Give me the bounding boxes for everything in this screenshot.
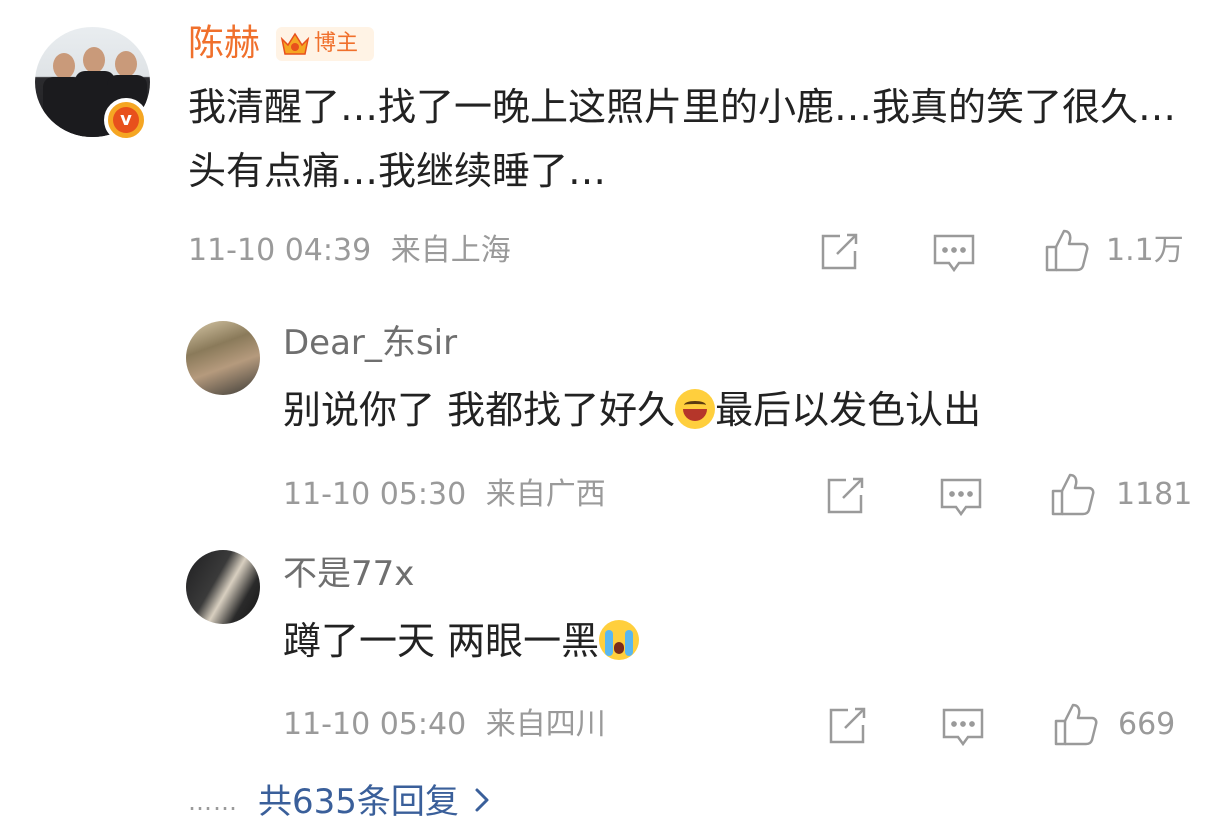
reply-meta: 11-10 05:40 来自四川: [283, 707, 606, 743]
reply-text-part: 别说你了 我都找了好久: [283, 388, 676, 432]
chevron-right-icon[interactable]: [473, 786, 491, 818]
more-replies-row[interactable]: …… 共635条回复: [188, 780, 491, 824]
reply-time: 11-10 05:30: [283, 477, 467, 512]
comment-location: 来自上海: [390, 233, 511, 268]
like-icon[interactable]: [1043, 226, 1091, 274]
comment-text: 我清醒了…找了一晚上这照片里的小鹿…我真的笑了很久…头有点痛…我继续睡了…: [188, 85, 1177, 193]
reply-text: 别说你了 我都找了好久 最后以发色认出: [283, 385, 981, 435]
reply-text-part: 最后以发色认出: [715, 388, 982, 432]
more-replies-link[interactable]: 共635条回复: [258, 780, 459, 824]
reply-text-part: 蹲了一天 两眼一黑: [283, 619, 600, 663]
like-count: 1.1万: [1106, 233, 1184, 268]
blogger-badge: 博主: [276, 27, 374, 61]
reply-location: 来自四川: [485, 707, 606, 742]
share-icon[interactable]: [826, 706, 870, 746]
like-icon[interactable]: [1049, 470, 1097, 518]
reply-avatar[interactable]: [186, 550, 260, 624]
reply-avatar[interactable]: [186, 321, 260, 395]
comment-icon[interactable]: [931, 232, 977, 276]
share-icon[interactable]: [824, 476, 868, 516]
reply-time: 11-10 05:40: [283, 707, 467, 742]
crying-icon: [599, 620, 640, 660]
reply-meta: 11-10 05:30 来自广西: [283, 477, 606, 513]
grin-icon: [675, 389, 716, 429]
reply-author[interactable]: Dear_东sir: [283, 322, 457, 364]
more-dots: ……: [188, 788, 238, 816]
comment-time: 11-10 04:39: [188, 233, 372, 268]
badge-label: 博主: [314, 31, 359, 56]
author-name[interactable]: 陈赫: [188, 22, 260, 66]
crown-icon: [276, 27, 314, 61]
reply-text: 蹲了一天 两眼一黑: [283, 616, 640, 666]
like-icon[interactable]: [1052, 700, 1100, 748]
share-icon[interactable]: [818, 232, 862, 272]
reply-location: 来自广西: [485, 477, 606, 512]
like-count: 669: [1118, 707, 1176, 742]
comment-meta: 11-10 04:39 来自上海: [188, 233, 511, 269]
comment-icon[interactable]: [938, 476, 984, 520]
verified-badge-icon: v: [104, 98, 148, 142]
like-count: 1181: [1116, 477, 1193, 512]
reply-author[interactable]: 不是77x: [283, 553, 414, 595]
comment-icon[interactable]: [940, 706, 986, 750]
